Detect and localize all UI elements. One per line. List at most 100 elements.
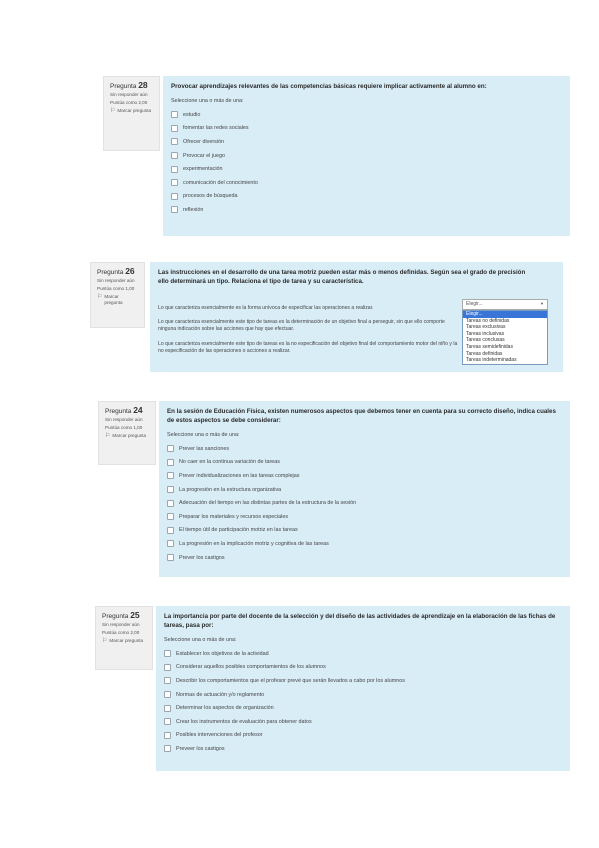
checkbox[interactable] (167, 486, 174, 494)
answer-option[interactable]: Preparar los materiales y recursos espec… (167, 510, 562, 524)
answer-option[interactable]: Prever individualizaciones en las tareas… (167, 469, 562, 483)
question-content: En la sesión de Educación Física, existe… (159, 401, 570, 577)
question-status: Sin responder aún (105, 417, 143, 422)
answer-prompt: Seleccione una o más de una: (164, 637, 237, 643)
answer-option[interactable]: El tiempo útil de participación motriz e… (167, 524, 562, 538)
dropdown-option[interactable]: Tareas inclusivas (463, 331, 547, 338)
question-number: Pregunta 28 (110, 80, 148, 91)
answer-prompt: Seleccione una o más de una: (171, 98, 244, 104)
answer-option[interactable]: La progresión en la implicación motriz y… (167, 537, 562, 551)
question-text: En la sesión de Educación Física, existe… (167, 408, 556, 424)
checkbox[interactable] (164, 691, 171, 699)
answer-options: Establecer los objetivos de la actividad… (164, 647, 562, 756)
answer-option[interactable]: Prever los castigos (167, 551, 562, 565)
checkbox[interactable] (164, 677, 171, 685)
question-info: Pregunta 25 Sin responder aún Puntúa com… (95, 606, 153, 670)
checkbox[interactable] (167, 499, 174, 507)
match-dropdown: Elegir... Tareas no definidas Tareas exc… (462, 310, 548, 365)
checkbox[interactable] (164, 718, 171, 726)
answer-option[interactable]: Posibles intervenciones del profesor (164, 729, 562, 743)
checkbox[interactable] (167, 554, 174, 562)
checkbox[interactable] (171, 206, 178, 214)
match-row-3: Lo que caracteriza esencialmente este ti… (158, 341, 458, 355)
checkbox[interactable] (171, 152, 178, 160)
answer-options: Prever las sanciones No caer en la conti… (167, 442, 562, 564)
checkbox[interactable] (164, 745, 171, 753)
answer-option[interactable]: Considerar aquellos posibles comportamie… (164, 661, 562, 675)
flag-icon: ⚐ (110, 108, 116, 114)
chevron-down-icon: ▼ (540, 301, 544, 306)
checkbox[interactable] (164, 731, 171, 739)
dropdown-option[interactable]: Tareas conclusas (463, 337, 547, 344)
answer-option[interactable]: No caer en la continua variación de tare… (167, 456, 562, 470)
question-info: Pregunta 26 Sin responder aún Puntúa com… (90, 262, 145, 328)
question-content: Provocar aprendizajes relevantes de las … (163, 76, 570, 236)
answer-option[interactable]: procesos de búsqueda (171, 190, 562, 204)
question-text: La importancia por parte del docente de … (164, 613, 556, 629)
checkbox[interactable] (167, 458, 174, 466)
checkbox[interactable] (164, 650, 171, 658)
answer-option[interactable]: Normas de actuación y/o reglamento (164, 688, 562, 702)
dropdown-option[interactable]: Tareas definidas (463, 351, 547, 358)
flag-question-link[interactable]: ⚐ Marcar pregunta (97, 294, 138, 306)
answer-option[interactable]: reflexión (171, 203, 562, 217)
question-status: Sin responder aún (110, 92, 148, 97)
question-score: Puntúa como 1,00 (105, 425, 143, 430)
answer-option[interactable]: Determinar los aspectos de organización (164, 701, 562, 715)
answer-prompt: Seleccione una o más de una: (167, 432, 240, 438)
checkbox[interactable] (167, 540, 174, 548)
answer-option[interactable]: La progresión en la estructura organizat… (167, 483, 562, 497)
flag-question-link[interactable]: ⚐ Marcar pregunta (110, 108, 153, 114)
answer-option[interactable]: Prever las sanciones (167, 442, 562, 456)
question-score: Puntúa como 2,00 (110, 100, 148, 105)
match-select[interactable]: Elegir... ▼ (462, 299, 548, 310)
question-score: Puntúa como 1,00 (97, 286, 135, 291)
answer-option[interactable]: Ofrecer diversión (171, 135, 562, 149)
checkbox[interactable] (171, 138, 178, 146)
checkbox[interactable] (171, 179, 178, 187)
answer-option[interactable]: estudio (171, 108, 562, 122)
question-number: Pregunta 24 (105, 405, 143, 416)
answer-option[interactable]: Provocar el juego (171, 149, 562, 163)
answer-option[interactable]: fomentar las redes sociales (171, 122, 562, 136)
answer-option[interactable]: Describir los comportamientos que el pro… (164, 674, 562, 688)
checkbox[interactable] (171, 165, 178, 173)
answer-option[interactable]: experimentación (171, 162, 562, 176)
dropdown-option[interactable]: Tareas indeterminadas (463, 357, 547, 364)
answer-option[interactable]: Preveer los castigos (164, 742, 562, 756)
match-row-1: Lo que caracteriza esencialmente es la f… (158, 305, 374, 311)
answer-option[interactable]: Establecer los objetivos de la actividad (164, 647, 562, 661)
dropdown-option[interactable]: Tareas semidefinidas (463, 344, 547, 351)
answer-options: estudio fomentar las redes sociales Ofre… (171, 108, 562, 217)
question-info: Pregunta 28 Sin responder aún Puntúa com… (103, 76, 160, 151)
question-text: Provocar aprendizajes relevantes de las … (171, 83, 487, 90)
checkbox[interactable] (167, 472, 174, 480)
answer-option[interactable]: Crear los instrumentos de evaluación par… (164, 715, 562, 729)
flag-question-link[interactable]: ⚐ Marcar pregunta (102, 638, 146, 644)
question-status: Sin responder aún (97, 278, 135, 283)
checkbox[interactable] (171, 111, 178, 119)
question-status: Sin responder aún (102, 622, 140, 627)
checkbox[interactable] (167, 445, 174, 453)
dropdown-option[interactable]: Tareas no definidas (463, 318, 547, 325)
question-info: Pregunta 24 Sin responder aún Puntúa com… (98, 401, 156, 465)
question-number: Pregunta 25 (102, 610, 140, 621)
checkbox[interactable] (164, 663, 171, 671)
checkbox[interactable] (171, 124, 178, 132)
match-row-2: Lo que caracteriza esencialmente este ti… (158, 319, 445, 333)
checkbox[interactable] (167, 526, 174, 534)
answer-option[interactable]: Adecuación del tiempo en las distintas p… (167, 496, 562, 510)
checkbox[interactable] (171, 192, 178, 200)
flag-icon: ⚐ (105, 433, 111, 439)
question-score: Puntúa como 2,00 (102, 630, 140, 635)
checkbox[interactable] (164, 704, 171, 712)
dropdown-option[interactable]: Tareas exclusivas (463, 324, 547, 331)
flag-question-link[interactable]: ⚐ Marcar pregunta (105, 433, 149, 439)
checkbox[interactable] (167, 513, 174, 521)
question-text: Las instrucciones en el desarrollo de un… (158, 269, 526, 285)
flag-icon: ⚐ (102, 638, 108, 644)
dropdown-option[interactable]: Elegir... (463, 311, 547, 318)
question-number: Pregunta 26 (97, 266, 135, 277)
answer-option[interactable]: comunicación del conocimiento (171, 176, 562, 190)
question-content: Las instrucciones en el desarrollo de un… (150, 262, 563, 372)
